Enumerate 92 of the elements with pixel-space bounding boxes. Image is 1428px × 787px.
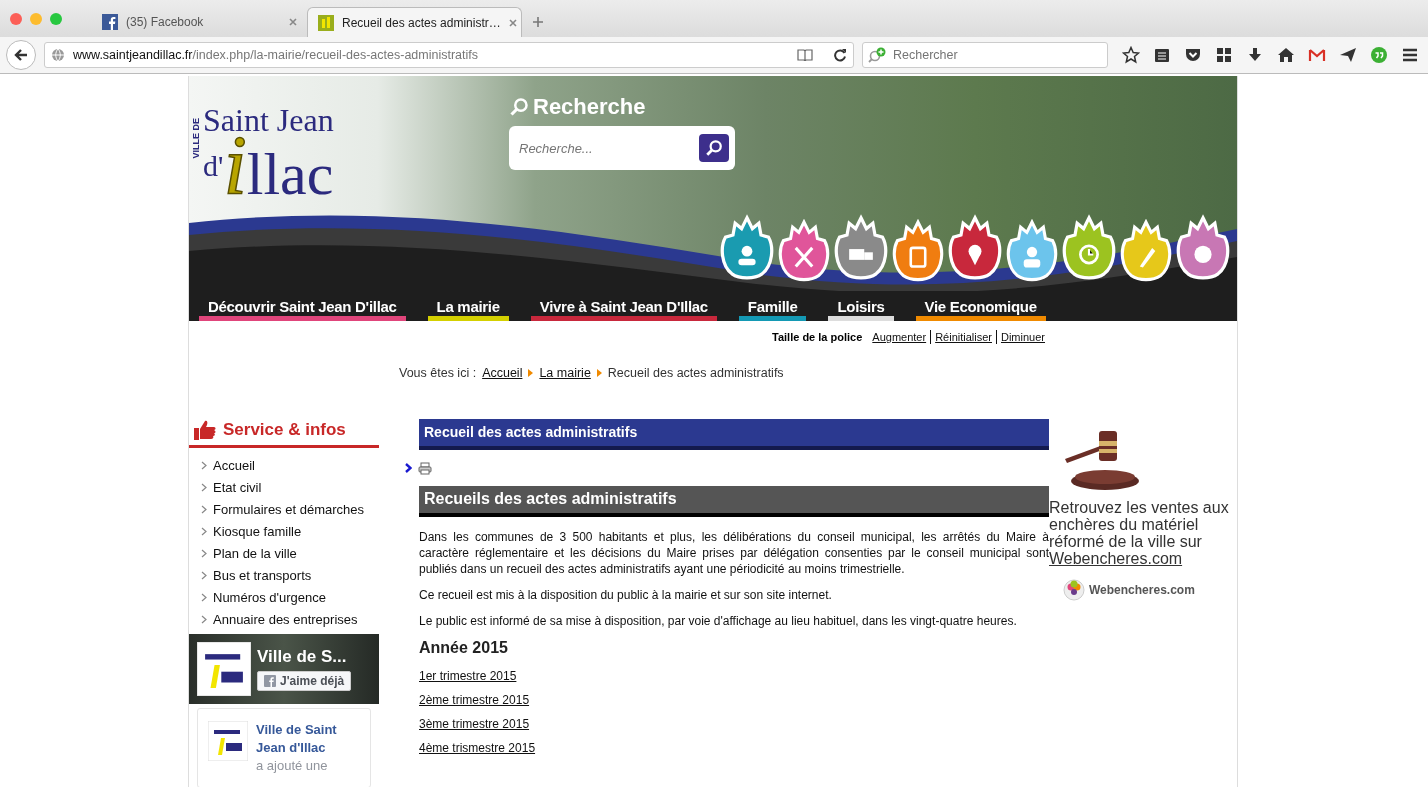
print-icon[interactable] — [418, 461, 432, 475]
article-title: Recueils des actes administratifs — [419, 486, 1049, 517]
document-link[interactable]: 1er trimestre 2015 — [419, 669, 517, 683]
bookmark-star-icon[interactable] — [1122, 46, 1140, 64]
url-text: www.saintjeandillac.fr/index.php/la-mairie/recueil-des-actes-administratifs — [73, 48, 480, 62]
breadcrumb-label: Vous êtes ici : — [399, 366, 477, 380]
triangle-icon — [528, 369, 534, 377]
back-arrow-icon — [14, 48, 28, 62]
mail-icon[interactable] — [1308, 46, 1326, 64]
home-icon[interactable] — [1277, 46, 1295, 64]
chevron-icon — [405, 463, 412, 473]
logo-title: Saint Jean — [203, 104, 334, 136]
browser-tab[interactable]: (35) Facebook — [92, 7, 307, 37]
search-icon — [705, 139, 723, 157]
facebook-icon — [102, 14, 118, 30]
address-bar[interactable]: www.saintjeandillac.fr/index.php/la-mairie/recueil-des-actes-administratifs — [44, 42, 854, 68]
new-tab-icon[interactable] — [532, 16, 544, 28]
category-icon[interactable] — [1118, 219, 1174, 283]
page-title: Recueil des actes administratifs — [419, 419, 1049, 450]
site-search-field[interactable]: Recherche... — [509, 126, 735, 170]
chevron-icon — [201, 548, 207, 558]
document-link[interactable]: 3ème trimestre 2015 — [419, 717, 530, 731]
search-icon — [509, 97, 529, 117]
logo-caption: VILLE DE — [191, 118, 201, 159]
nav-link[interactable]: Vivre à Saint Jean D'Illac — [530, 298, 717, 321]
post-author-link[interactable]: Ville de Saint Jean d'Illac — [256, 721, 356, 757]
chevron-icon — [201, 570, 207, 580]
sidebar-link[interactable]: Etat civil — [201, 478, 379, 496]
font-size-link[interactable]: Diminuer — [1001, 331, 1045, 343]
like-button[interactable]: J'aime déjà — [257, 671, 352, 691]
logo-thumbnail — [197, 642, 251, 696]
font-size-link[interactable]: Réinitialiser — [935, 331, 992, 343]
breadcrumb-link[interactable]: La mairie — [539, 366, 591, 380]
article-paragraph: Dans les communes de 3 500 habitants et plus, les délibérations du conseil municipal, les arrêtés du Maire à caractère réglementaire et les décisions du Maire prises par délégation consenties par le conseil municipal sont publiés dans un recueil des actes administratifs ayant une périodicité au moins trimestrielle. — [419, 530, 1049, 577]
reading-list-icon[interactable] — [1153, 46, 1171, 64]
logo-thumbnail — [208, 721, 248, 761]
browser-tab[interactable]: Recueil des actes administr… — [307, 7, 522, 37]
year-heading: Année 2015 — [419, 639, 509, 657]
nav-link[interactable]: Loisirs — [828, 298, 894, 321]
chevron-icon — [201, 460, 207, 470]
auction-link[interactable]: Webencheres.com — [1049, 550, 1183, 567]
chevron-icon — [201, 592, 207, 602]
close-tab-icon[interactable] — [289, 18, 297, 26]
pocket-icon[interactable] — [1184, 46, 1202, 64]
webencheres-logo-text: Webencheres.com — [1089, 583, 1195, 597]
chevron-icon — [201, 482, 207, 492]
chevron-icon — [201, 526, 207, 536]
tiles-icon[interactable] — [1215, 46, 1233, 64]
font-size-label: Taille de la police — [772, 331, 863, 343]
sidebar-link[interactable]: Annuaire des entreprises — [201, 610, 379, 628]
sidebar-link[interactable]: Formulaires et démarches — [201, 500, 379, 518]
search-title: Recherche — [533, 94, 646, 120]
globe-icon — [51, 48, 65, 62]
sidebar-link[interactable]: Numéros d'urgence — [201, 588, 379, 606]
auction-promo-text: Retrouvez les ventes aux enchères du matériel réformé de la ville sur Webencheres.com — [1049, 499, 1230, 567]
chevron-icon — [201, 504, 207, 514]
search-button[interactable] — [699, 134, 729, 162]
breadcrumb-link[interactable]: Accueil — [482, 366, 523, 380]
send-icon[interactable] — [1339, 46, 1357, 64]
category-icon[interactable] — [890, 219, 946, 283]
facebook-icon — [264, 675, 276, 687]
sidebar-link[interactable]: Kiosque famille — [201, 522, 379, 540]
sidebar-link[interactable]: Plan de la ville — [201, 544, 379, 562]
nav-link[interactable]: Famille — [738, 298, 807, 321]
site-favicon-icon — [318, 14, 334, 31]
post-text: a ajouté une — [256, 757, 329, 775]
document-link[interactable]: 4ème trismestre 2015 — [419, 741, 536, 755]
document-link[interactable]: 2ème trimestre 2015 — [419, 693, 530, 707]
nav-link[interactable]: La mairie — [427, 298, 509, 321]
close-tab-icon[interactable] — [508, 18, 517, 27]
flower-logo-icon — [1063, 579, 1085, 601]
category-icon[interactable] — [776, 219, 832, 283]
nav-link[interactable]: Vie Economique — [915, 298, 1046, 321]
article-paragraph: Ce recueil est mis à la disposition du public à la mairie et sur son site internet. — [419, 587, 833, 603]
thumbs-up-icon — [193, 419, 217, 441]
reader-view-icon[interactable] — [797, 49, 813, 61]
sidebar-link[interactable]: Bus et transports — [201, 566, 379, 584]
triangle-icon — [596, 369, 602, 377]
nav-link[interactable]: Découvrir Saint Jean D'illac — [199, 298, 406, 321]
menu-icon[interactable] — [1401, 46, 1419, 64]
sidebar-title: Service & infos — [223, 420, 346, 440]
breadcrumb-current: Recueil des actes administratifs — [607, 366, 784, 380]
chevron-icon — [201, 614, 207, 624]
facebook-page-name[interactable]: Ville de S... — [257, 647, 352, 667]
sidebar-link[interactable]: Accueil — [201, 456, 379, 474]
back-button[interactable] — [6, 40, 36, 70]
reload-icon[interactable] — [833, 48, 847, 62]
article-paragraph: Le public est informé de sa mise à disposition, par voie d'affichage au lieu habituel, dans les vingt-quatre heures. — [419, 613, 1018, 629]
browser-search-field[interactable]: Rechercher — [862, 42, 1108, 68]
category-icon[interactable] — [1004, 219, 1060, 283]
font-size-link[interactable]: Augmenter — [872, 331, 927, 343]
chat-icon[interactable] — [1370, 46, 1388, 64]
